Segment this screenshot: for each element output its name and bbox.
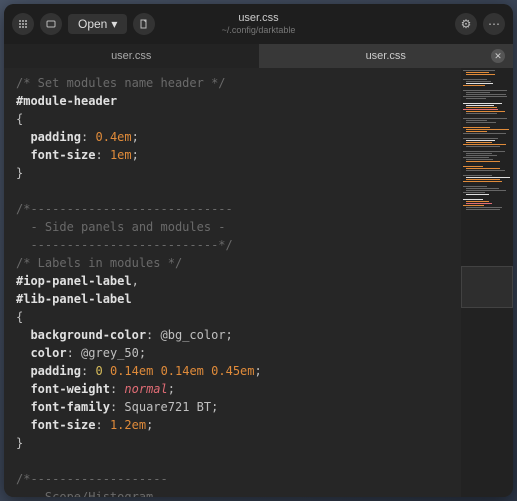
code-brace: {	[16, 310, 23, 324]
titlebar-title: user.css ~/.config/darktable	[222, 12, 296, 36]
code-value: 1.2em	[110, 418, 146, 432]
code-value: Square721 BT	[124, 400, 211, 414]
code-value: @bg_color	[161, 328, 226, 342]
titlebar-left: Open ▾	[12, 13, 155, 35]
more-icon: ⋯	[488, 17, 500, 31]
gear-icon: ⚙	[461, 17, 472, 31]
window-title: user.css	[222, 12, 296, 25]
code-value: 1em	[110, 148, 132, 162]
code-brace: }	[16, 166, 23, 180]
minimap-viewport[interactable]	[461, 266, 513, 308]
code-value: 0.45em	[211, 364, 254, 378]
editor-window: Open ▾ user.css ~/.config/darktable ⚙ ⋯ …	[4, 4, 513, 497]
code-prop: background-color	[30, 328, 146, 342]
code-brace: {	[16, 112, 23, 126]
code-comment: - Side panels and modules -	[16, 220, 226, 234]
code-editor[interactable]: /* Set modules name header */ #module-he…	[4, 68, 461, 497]
code-comment: /*-------------------	[16, 472, 168, 486]
code-value: @grey_50	[81, 346, 139, 360]
tab-bar: user.css user.css ✕	[4, 44, 513, 68]
code-value: 0.14em	[161, 364, 204, 378]
minimap[interactable]	[461, 68, 513, 497]
tab-0[interactable]: user.css	[4, 44, 259, 68]
titlebar-right: ⚙ ⋯	[455, 13, 505, 35]
code-comment: /* Labels in modules */	[16, 256, 182, 270]
code-prop: font-weight	[30, 382, 109, 396]
code-prop: font-family	[30, 400, 109, 414]
code-prop: padding	[30, 364, 81, 378]
code-comment: - Scope/Histogram -	[16, 490, 168, 497]
code-brace: }	[16, 436, 23, 450]
window-subtitle: ~/.config/darktable	[222, 25, 296, 36]
code-prop: padding	[30, 130, 81, 144]
close-icon: ✕	[494, 51, 502, 62]
tab-label: user.css	[111, 50, 151, 62]
app-menu-button[interactable]	[12, 13, 34, 35]
code-value: normal	[124, 382, 167, 396]
chevron-down-icon: ▾	[111, 17, 117, 31]
new-document-button[interactable]	[133, 13, 155, 35]
new-tab-button[interactable]	[40, 13, 62, 35]
tab-label: user.css	[366, 50, 406, 62]
code-comment: /* Set modules name header */	[16, 76, 226, 90]
code-prop: font-size	[30, 148, 95, 162]
settings-button[interactable]: ⚙	[455, 13, 477, 35]
editor-area: /* Set modules name header */ #module-he…	[4, 68, 513, 497]
code-comment: --------------------------*/	[16, 238, 233, 252]
code-value: 0	[96, 364, 103, 378]
menu-button[interactable]: ⋯	[483, 13, 505, 35]
code-value: 0.4em	[96, 130, 132, 144]
titlebar: Open ▾ user.css ~/.config/darktable ⚙ ⋯	[4, 4, 513, 44]
open-label: Open	[78, 17, 107, 31]
open-button[interactable]: Open ▾	[68, 14, 127, 34]
code-comment: /*----------------------------	[16, 202, 233, 216]
tab-close-button[interactable]: ✕	[491, 49, 505, 63]
code-selector: #iop-panel-label	[16, 274, 132, 288]
code-prop: font-size	[30, 418, 95, 432]
code-value: 0.14em	[110, 364, 153, 378]
tab-1[interactable]: user.css ✕	[259, 44, 514, 68]
code-selector: #lib-panel-label	[16, 292, 132, 306]
code-selector: #module-header	[16, 94, 117, 108]
code-prop: color	[30, 346, 66, 360]
